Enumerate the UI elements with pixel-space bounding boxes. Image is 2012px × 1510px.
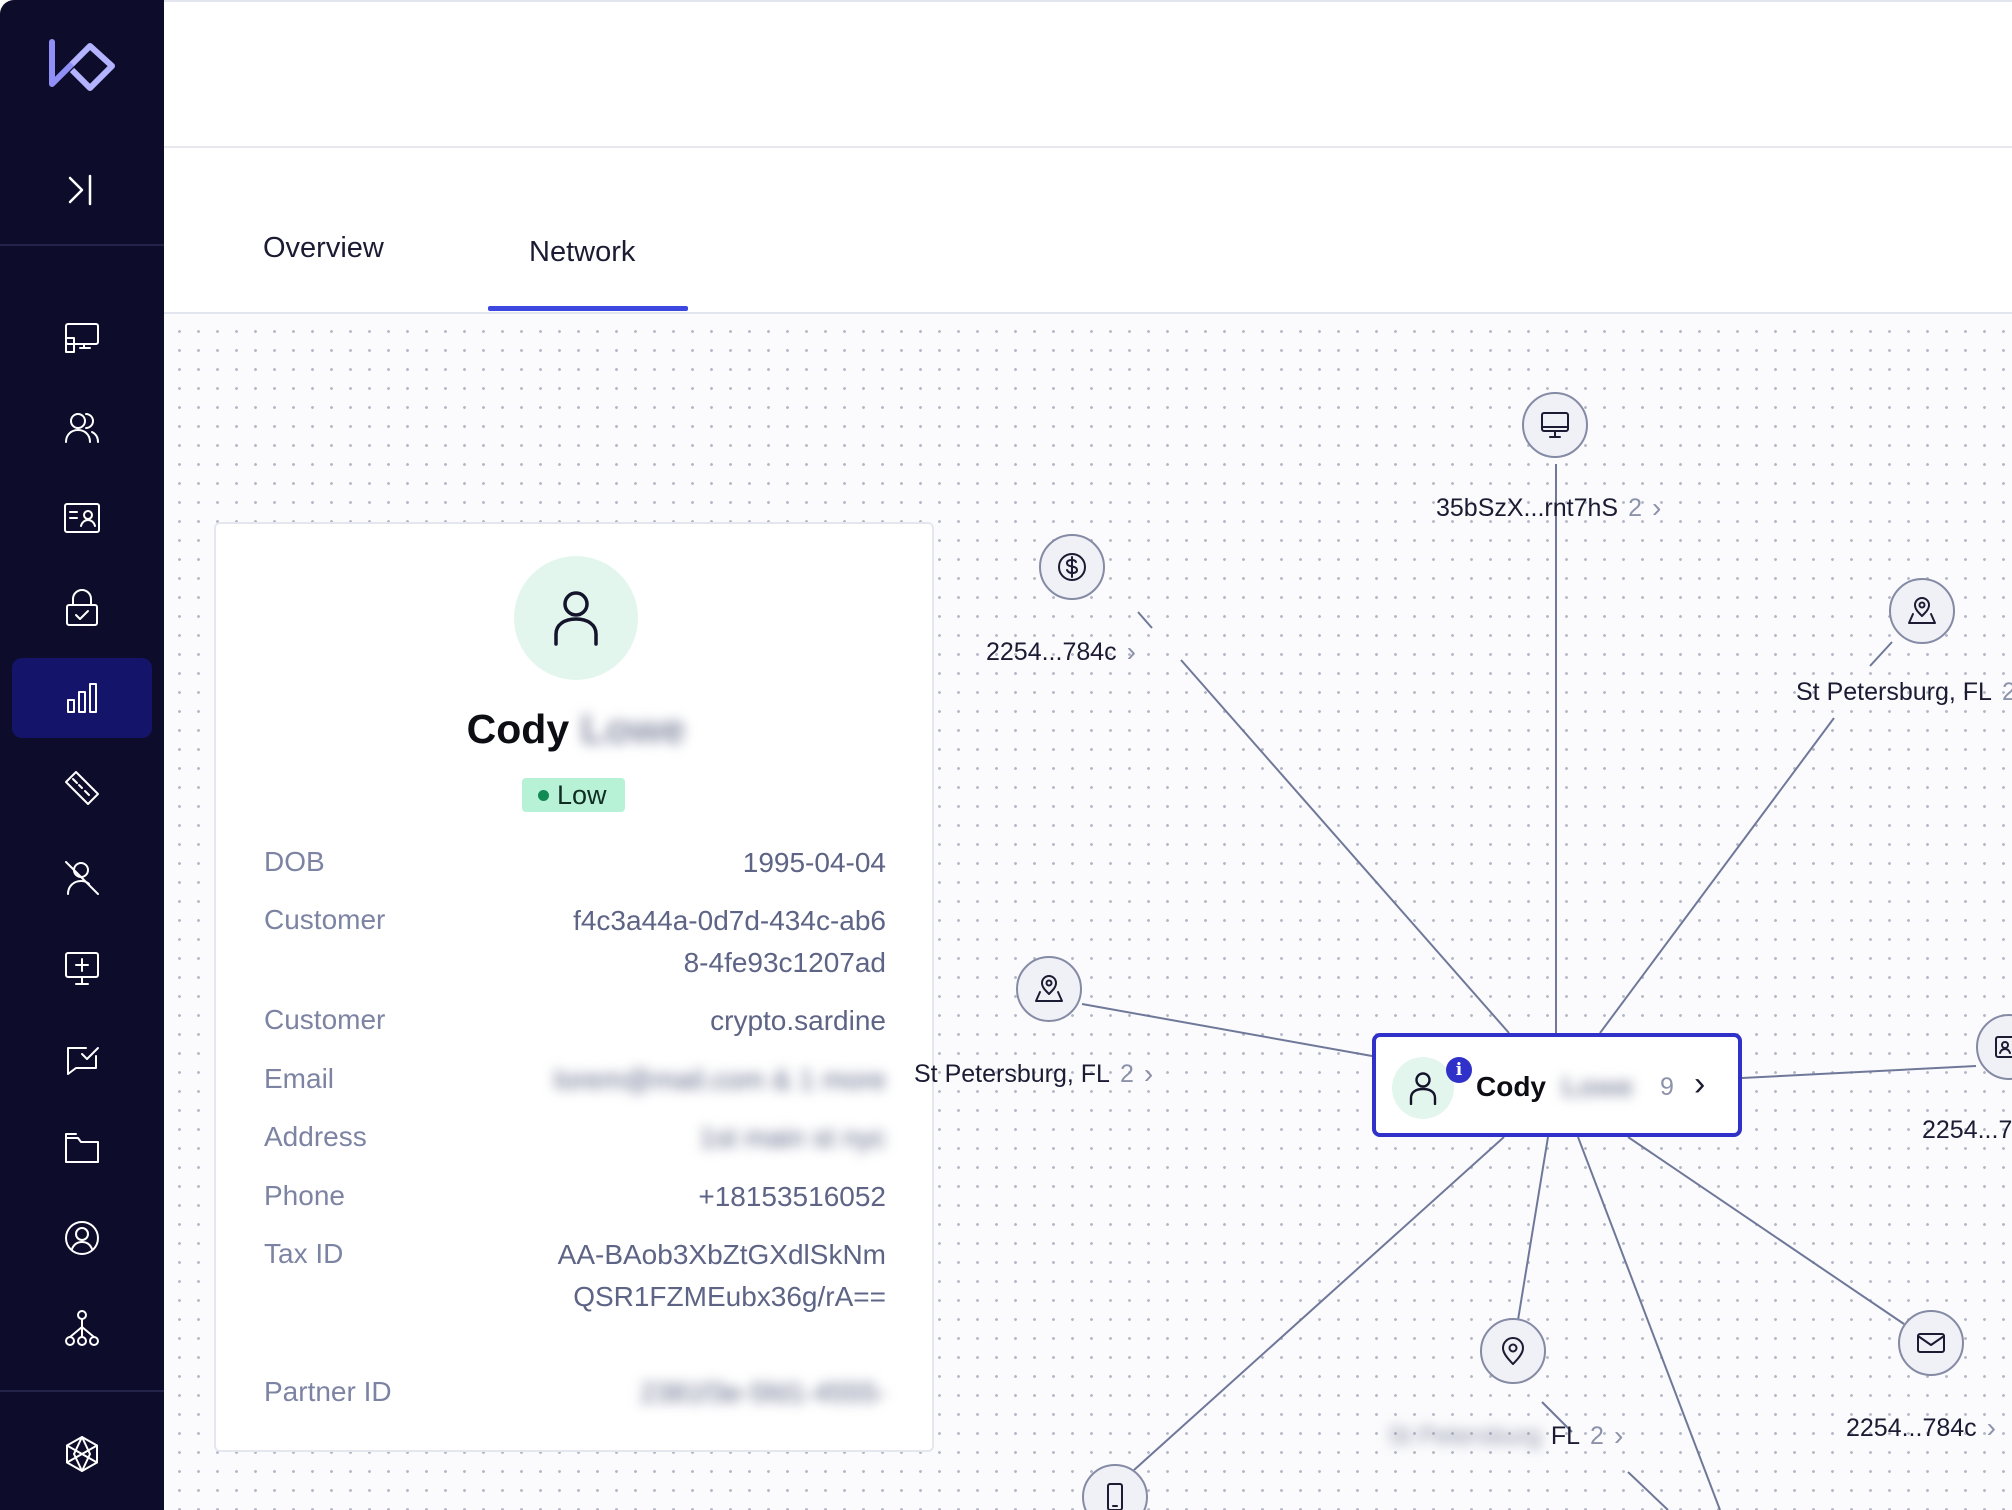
node-location-pin[interactable] — [1480, 1318, 1546, 1384]
center-avatar — [1392, 1057, 1454, 1119]
node-location-ne-count: 2 — [2001, 678, 2012, 706]
location-map-icon — [1908, 597, 1936, 624]
node-location-ne[interactable] — [1889, 578, 1955, 644]
edge-down — [1577, 1136, 1721, 1510]
user-icon — [1409, 1072, 1437, 1105]
node-location-w-count: 2 — [1119, 1059, 1134, 1088]
center-last-name-redacted: Lowe — [1561, 1071, 1634, 1102]
edge-id-card — [1741, 1065, 1977, 1079]
edge-location-ne — [1869, 641, 1893, 667]
user-icon — [554, 591, 598, 646]
node-email[interactable] — [1898, 1310, 1964, 1376]
partner-id-label: Partner ID — [264, 1376, 392, 1407]
edge-payment — [1137, 611, 1153, 629]
address-value: 1st main st nyc — [699, 1122, 886, 1153]
node-payment[interactable] — [1039, 534, 1105, 600]
phone-icon — [1107, 1483, 1123, 1510]
risk-dot-icon — [538, 789, 549, 801]
last-name-redacted: Lowe — [580, 706, 686, 752]
node-device[interactable] — [1522, 392, 1588, 458]
mail-icon — [1917, 1333, 1945, 1353]
partner-id-value: 2381f3e-5fd1-4555- — [640, 1377, 886, 1408]
node-location-ne-label[interactable]: St Petersburg, FL 2 — [1796, 678, 2012, 707]
node-device-label[interactable]: 35bSzX...rnt7hS 2 › — [1436, 492, 1661, 524]
center-first-name: Cody — [1476, 1071, 1546, 1102]
profile-card: Cody Lowe Low DOB 1995-04-04 Customer f4… — [214, 522, 934, 1452]
node-location-pin-redacted: St Petersburg — [1388, 1421, 1541, 1450]
chevron-right-icon: › — [1143, 1058, 1154, 1089]
location-pin-icon — [1502, 1337, 1524, 1365]
center-node-name: Cody Lowe — [1476, 1071, 1633, 1103]
node-id-card-label[interactable]: 2254...7 — [1922, 1116, 2012, 1145]
node-location-pin-label[interactable]: St Petersburg FL 2 › — [1388, 1420, 1623, 1452]
tax-id-value: AA-BAob3XbZtGXdlSkNmQSR1FZMEubx36g/rA== — [557, 1239, 886, 1312]
dob-label: DOB — [264, 846, 325, 877]
dob-value: 1995-04-04 — [742, 847, 886, 878]
node-email-text: 2254...784c — [1846, 1413, 1977, 1442]
tax-id-label: Tax ID — [264, 1238, 344, 1269]
edge-payment — [1180, 659, 1510, 1034]
phone-value: +18153516052 — [698, 1181, 886, 1212]
node-device-text: 35bSzX...rnt7hS — [1436, 493, 1619, 522]
risk-label: Low — [557, 779, 607, 810]
chevron-right-icon: › — [1613, 1420, 1624, 1451]
edge-location-ne — [1599, 717, 1835, 1034]
node-location-pin-count: 2 — [1590, 1421, 1604, 1450]
monitor-icon — [1541, 412, 1569, 438]
customer-label: Customer — [264, 1004, 386, 1035]
node-location-w[interactable] — [1016, 956, 1082, 1022]
center-node-count: 9 — [1660, 1073, 1674, 1101]
node-email-label[interactable]: 2254...784c › — [1846, 1412, 1996, 1444]
first-name: Cody — [466, 706, 570, 752]
chevron-right-icon: › — [1126, 636, 1136, 667]
chevron-right-icon: › — [1986, 1412, 1996, 1443]
avatar — [514, 556, 638, 680]
node-location-ne-text: St Petersburg, FL — [1796, 678, 1992, 706]
email-value: lorem@mail.com & 1 more — [554, 1064, 886, 1095]
customer-id-label: Customer — [264, 904, 386, 935]
node-payment-text: 2254...784c — [986, 637, 1117, 666]
edge-down-2 — [1627, 1471, 1669, 1510]
chevron-right-icon[interactable]: › — [1694, 1065, 1705, 1104]
node-payment-label[interactable]: 2254...784c › — [986, 636, 1136, 668]
center-node-customer[interactable]: i Cody Lowe 9 › — [1372, 1033, 1742, 1137]
node-location-w-text: St Petersburg, FL — [914, 1059, 1110, 1088]
risk-badge: Low — [522, 778, 625, 812]
node-location-w-label[interactable]: St Petersburg, FL 2 › — [914, 1058, 1153, 1090]
node-device-count: 2 — [1628, 493, 1642, 522]
location-map-icon — [1035, 975, 1063, 1002]
profile-name: Cody Lowe — [216, 706, 936, 753]
customer-value: crypto.sardine — [710, 1005, 886, 1036]
phone-label: Phone — [264, 1180, 345, 1211]
node-location-pin-text: FL — [1550, 1421, 1581, 1450]
address-label: Address — [264, 1121, 367, 1152]
id-card-icon — [1995, 1036, 2012, 1058]
chevron-right-icon: › — [1651, 492, 1662, 523]
dollar-circle-icon — [1058, 553, 1086, 581]
customer-id-value: f4c3a44a-0d7d-434c-ab68-4fe93c1207ad — [573, 905, 886, 978]
edge-location-w — [1081, 1003, 1373, 1057]
email-label: Email — [264, 1063, 335, 1094]
node-id-card-text: 2254...7 — [1922, 1116, 2012, 1144]
info-badge-icon[interactable]: i — [1446, 1057, 1472, 1083]
edge-pin — [1517, 1136, 1549, 1321]
edge-email — [1627, 1136, 1905, 1325]
